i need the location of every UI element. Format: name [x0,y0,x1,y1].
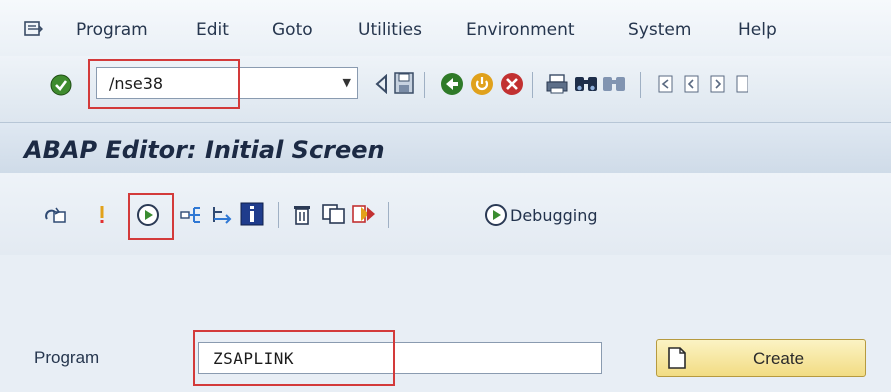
menu-edit[interactable]: Edit [196,20,229,40]
check-syntax-icon[interactable] [98,204,106,230]
menu-bar: Program Edit Goto Utilities Environment … [0,0,891,56]
title-bar: ABAP Editor: Initial Screen [0,122,891,174]
program-input-value: ZSAPLINK [213,349,295,368]
menu-system[interactable]: System [628,20,691,40]
create-button[interactable]: Create [656,339,866,377]
other-object-icon[interactable] [44,204,68,230]
document-icon [667,346,687,374]
menu-utilities[interactable]: Utilities [358,20,422,40]
save-icon[interactable] [394,72,414,98]
find-next-icon[interactable] [602,73,626,99]
command-field[interactable]: /nse38 ▼ [96,67,358,99]
menu-program[interactable]: Program [76,20,148,40]
back-icon[interactable] [440,72,464,100]
program-input[interactable]: ZSAPLINK [198,342,602,374]
print-icon[interactable] [546,73,568,99]
system-menu-icon[interactable] [24,20,44,42]
create-button-label: Create [753,349,805,368]
copy-icon[interactable] [322,203,346,229]
command-field-value: /nse38 [109,74,164,93]
first-page-icon[interactable] [656,74,676,98]
menu-environment[interactable]: Environment [466,20,575,40]
page-title: ABAP Editor: Initial Screen [24,136,385,164]
next-page-icon[interactable] [708,74,728,98]
save-left-arrow-icon[interactable] [374,73,390,98]
enter-check-icon[interactable] [50,74,72,100]
activate-icon[interactable] [136,203,160,231]
previous-page-icon[interactable] [682,74,702,98]
menu-help[interactable]: Help [738,20,777,40]
debugging-icon[interactable] [484,203,508,231]
debugging-button[interactable]: Debugging [510,206,598,225]
application-toolbar [0,173,891,255]
object-list-icon[interactable] [210,204,234,230]
find-icon[interactable] [574,73,598,99]
dropdown-arrow-icon[interactable]: ▼ [343,76,351,89]
delete-icon[interactable] [292,203,312,229]
last-page-icon[interactable] [734,74,749,98]
exit-icon[interactable] [470,72,494,100]
program-label: Program [34,348,100,367]
rename-icon[interactable] [352,203,378,229]
information-icon[interactable] [240,202,264,230]
cancel-icon[interactable] [500,72,524,100]
where-used-list-icon[interactable] [180,204,204,230]
menu-goto[interactable]: Goto [272,20,313,40]
